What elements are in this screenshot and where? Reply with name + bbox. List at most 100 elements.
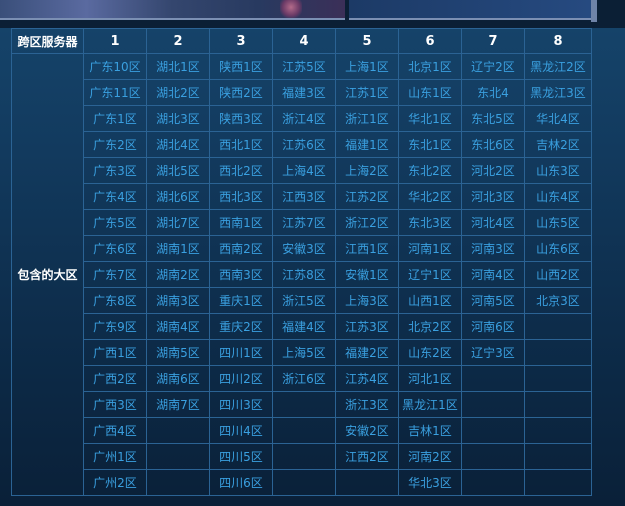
table-row: 包含的大区 广东10区 湖北1区 陕西1区 江苏5区 上海1区 北京1区 辽宁2区 黑龙江2区 (11, 53, 592, 496)
server-cell: 浙江2区 (335, 209, 399, 236)
server-cell: 广东1区 (83, 105, 147, 132)
table-row: 广州2区 四川6区 华北3区 (12, 469, 592, 496)
server-cell: 山东6区 (524, 235, 592, 262)
server-cell: 四川2区 (209, 365, 273, 392)
column-header: 8 (524, 28, 592, 54)
server-cell: 河南5区 (461, 287, 525, 314)
server-cell: 黑龙江1区 (398, 391, 462, 418)
server-cell (524, 339, 592, 366)
server-cell: 河北3区 (461, 183, 525, 210)
server-cell: 河南6区 (461, 313, 525, 340)
server-cell: 东北1区 (398, 131, 462, 158)
server-cell: 山东2区 (398, 339, 462, 366)
server-cell: 四川1区 (209, 339, 273, 366)
server-cell (524, 469, 592, 496)
server-cell: 江西1区 (335, 235, 399, 262)
table-row: 广州1区 四川5区 江西2区 河南2区 (12, 443, 592, 470)
server-cell (146, 417, 210, 444)
server-cell: 湖北2区 (146, 79, 210, 106)
server-cell (146, 469, 210, 496)
server-cell: 江苏4区 (335, 365, 399, 392)
server-cell: 山西2区 (524, 261, 592, 288)
server-cell: 浙江4区 (272, 105, 336, 132)
table-row: 广西3区 湖南7区 四川3区 浙江3区 黑龙江1区 (12, 391, 592, 418)
server-cell (272, 417, 336, 444)
table-row: 广东3区 湖北5区 西北2区 上海4区 上海2区 东北2区 河北2区 山东3区 (12, 157, 592, 184)
server-cell (461, 443, 525, 470)
server-cell: 吉林1区 (398, 417, 462, 444)
server-cell (524, 365, 592, 392)
server-cell: 江苏2区 (335, 183, 399, 210)
column-header: 3 (209, 28, 273, 54)
server-cell: 河南4区 (461, 261, 525, 288)
server-cell: 广东7区 (83, 261, 147, 288)
top-banner (0, 0, 625, 28)
table-row: 广东4区 湖北6区 西北3区 江西3区 江苏2区 华北2区 河北3区 山东4区 (12, 183, 592, 210)
server-cell: 西南1区 (209, 209, 273, 236)
server-cell (146, 443, 210, 470)
server-cell: 江苏7区 (272, 209, 336, 236)
server-cell: 山东5区 (524, 209, 592, 236)
server-cell: 华北4区 (524, 105, 592, 132)
server-cell: 福建1区 (335, 131, 399, 158)
server-cell: 北京3区 (524, 287, 592, 314)
server-cell: 华北2区 (398, 183, 462, 210)
server-cell: 湖北1区 (146, 53, 210, 80)
server-cell: 上海3区 (335, 287, 399, 314)
server-cell: 西南3区 (209, 261, 273, 288)
server-cell: 安徽2区 (335, 417, 399, 444)
server-cell: 河北2区 (461, 157, 525, 184)
server-cell: 上海2区 (335, 157, 399, 184)
column-header: 5 (335, 28, 399, 54)
server-cell: 辽宁2区 (461, 53, 525, 80)
server-cell: 北京1区 (398, 53, 462, 80)
server-cell: 广东3区 (83, 157, 147, 184)
server-cell (272, 443, 336, 470)
server-cell: 黑龙江2区 (524, 53, 592, 80)
table-row: 广东8区 湖南3区 重庆1区 浙江5区 上海3区 山西1区 河南5区 北京3区 (12, 287, 592, 314)
server-cell: 东北2区 (398, 157, 462, 184)
server-cell: 华北1区 (398, 105, 462, 132)
server-cell: 山东1区 (398, 79, 462, 106)
server-cell: 四川3区 (209, 391, 273, 418)
server-cell: 福建3区 (272, 79, 336, 106)
table-header-row: 跨区服务器 1 2 3 4 5 6 7 8 (11, 28, 592, 54)
server-cell (524, 417, 592, 444)
server-cell: 北京2区 (398, 313, 462, 340)
column-header: 2 (146, 28, 210, 54)
server-cell: 东北3区 (398, 209, 462, 236)
server-cell: 福建4区 (272, 313, 336, 340)
server-cell: 黑龙江3区 (524, 79, 592, 106)
server-cell: 东北5区 (461, 105, 525, 132)
server-cell (335, 469, 399, 496)
server-cell: 广州2区 (83, 469, 147, 496)
server-cell: 重庆1区 (209, 287, 273, 314)
server-cell: 江苏8区 (272, 261, 336, 288)
server-cell: 广东11区 (83, 79, 147, 106)
server-cell: 浙江1区 (335, 105, 399, 132)
server-cell: 四川5区 (209, 443, 273, 470)
server-cell (524, 443, 592, 470)
server-cell: 江苏3区 (335, 313, 399, 340)
server-cell (461, 365, 525, 392)
server-cell: 辽宁3区 (461, 339, 525, 366)
server-cell: 湖南1区 (146, 235, 210, 262)
server-cell: 湖南5区 (146, 339, 210, 366)
server-cell: 湖北7区 (146, 209, 210, 236)
server-cell (524, 391, 592, 418)
server-cell: 西北1区 (209, 131, 273, 158)
server-cell: 山西1区 (398, 287, 462, 314)
server-cell: 江西3区 (272, 183, 336, 210)
server-cell: 湖北4区 (146, 131, 210, 158)
table-row: 广西4区 四川4区 安徽2区 吉林1区 (12, 417, 592, 444)
server-cell: 浙江5区 (272, 287, 336, 314)
server-cell: 山东4区 (524, 183, 592, 210)
server-cell: 四川6区 (209, 469, 273, 496)
server-cell: 广东9区 (83, 313, 147, 340)
server-cell: 江苏6区 (272, 131, 336, 158)
server-cell: 湖南4区 (146, 313, 210, 340)
server-cell: 江苏5区 (272, 53, 336, 80)
server-cell: 江苏1区 (335, 79, 399, 106)
column-header: 6 (398, 28, 462, 54)
server-cell: 四川4区 (209, 417, 273, 444)
